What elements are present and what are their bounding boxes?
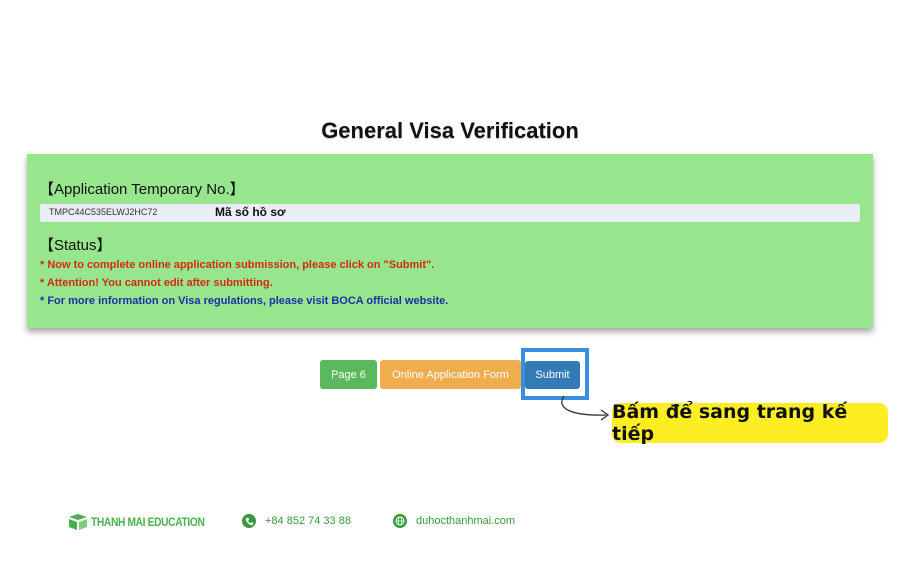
status-line-attention: * Attention! You cannot edit after submi… [40, 277, 273, 289]
phone-icon [242, 514, 256, 528]
page-6-button[interactable]: Page 6 [320, 360, 377, 389]
brand: THANH MAI EDUCATION [68, 513, 225, 531]
page-title: General Visa Verification [321, 118, 579, 143]
info-panel: 【Application Temporary No.】 TMPC44C535EL… [27, 154, 873, 328]
footer: THANH MAI EDUCATION +84 852 74 33 88 duh… [0, 510, 900, 534]
status-line-info: * For more information on Visa regulatio… [40, 295, 449, 307]
online-application-form-button[interactable]: Online Application Form [380, 360, 521, 389]
brand-name: THANH MAI EDUCATION [91, 515, 205, 529]
application-number-box: TMPC44C535ELWJ2HC72 Mã số hồ sơ [40, 204, 860, 222]
phone-number: +84 852 74 33 88 [265, 515, 351, 527]
contact-phone[interactable]: +84 852 74 33 88 [242, 514, 351, 528]
website-url: duhocthanhmai.com [416, 515, 516, 527]
curved-arrow-icon [561, 395, 610, 421]
status-heading: 【Status】 [39, 237, 112, 254]
status-line-submit: * Now to complete online application sub… [40, 259, 435, 271]
contact-website[interactable]: duhocthanhmai.com [393, 514, 515, 528]
application-number-value: TMPC44C535ELWJ2HC72 [49, 207, 158, 217]
application-number-annotation: Mã số hồ sơ [215, 205, 286, 219]
submit-button[interactable]: Submit [525, 361, 580, 389]
book-logo-icon [69, 514, 87, 530]
callout-bubble: Bấm để sang trang kế tiếp [612, 401, 888, 445]
application-number-heading: 【Application Temporary No.】 [39, 181, 245, 198]
globe-icon [393, 514, 407, 528]
